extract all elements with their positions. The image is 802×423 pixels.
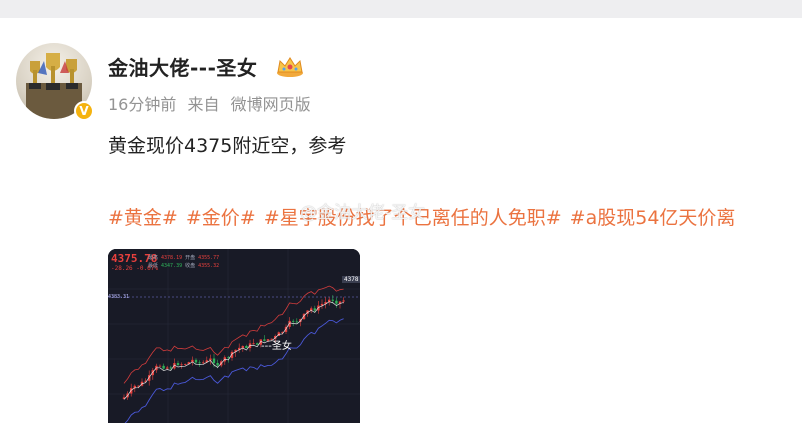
candle-body — [202, 362, 205, 364]
post-image-chart[interactable]: 4375.78 -28.26 -0.67% 最高 4378.19 开盘 4355.77… — [108, 249, 360, 423]
last-price-tag: 4378 — [342, 276, 360, 283]
candle-body — [209, 358, 212, 361]
candle-body — [342, 300, 345, 302]
candle-body — [295, 321, 298, 323]
candle-body — [166, 367, 169, 369]
candle-body — [252, 343, 255, 345]
post-source: 微博网页版 — [230, 95, 311, 114]
username-link[interactable]: 金油大佬---圣女 — [108, 52, 257, 81]
hashtag-link[interactable]: #星宇股份找了个已离任的人免职# — [264, 207, 562, 229]
candle-body — [292, 320, 295, 322]
verified-v-icon: V — [74, 101, 94, 121]
candle-body — [176, 363, 180, 366]
candle-body — [198, 362, 201, 364]
ohlc-row-2: 最低 4347.39 收盘 4355.32 — [148, 262, 222, 269]
ohlc-value: 4355.77 — [198, 255, 220, 261]
ohlc-value: 4378.19 — [161, 255, 183, 261]
hashtag-link[interactable]: #金价# — [186, 207, 256, 229]
candle-body — [216, 362, 219, 366]
hashtag-link[interactable]: #a股现54亿天价离 — [570, 207, 736, 229]
candle-body — [331, 299, 334, 301]
candle-body — [169, 367, 172, 369]
chart-overlay-text: ---圣女 — [261, 341, 292, 352]
chart-drawing — [108, 249, 360, 423]
candle-body — [212, 358, 216, 363]
ohlc-label: 最低 — [148, 263, 159, 269]
candle-body — [184, 364, 187, 366]
candle-body — [335, 300, 338, 304]
hashtag-link[interactable]: #黄金# — [108, 207, 178, 229]
candle-body — [162, 365, 165, 369]
ohlc-label: 收盘 — [185, 263, 196, 269]
post-time[interactable]: 16分钟前 — [108, 95, 176, 114]
ohlc-label: 开盘 — [185, 255, 196, 261]
ohlc-label: 最高 — [148, 255, 159, 261]
ohlc-value: 4355.32 — [198, 263, 220, 269]
candle-body — [180, 364, 183, 366]
candle-body — [158, 365, 162, 367]
source-prefix: 来自 — [187, 95, 220, 114]
candle-body — [245, 346, 248, 349]
avatar[interactable]: V — [16, 43, 94, 121]
candle-body — [194, 359, 198, 363]
post-meta: 16分钟前 来自 微博网页版 — [108, 91, 317, 115]
left-price-tag: 4383.31 — [108, 294, 130, 300]
candle-body — [256, 343, 259, 345]
candle-body — [313, 308, 316, 311]
hashtag-line: #黄金# #金价# #星宇股份找了个已离任的人免职# #a股现54亿天价离 — [108, 203, 802, 230]
crown-icon[interactable] — [275, 54, 305, 78]
top-divider-strip — [0, 0, 802, 18]
ohlc-row-1: 最高 4378.19 开盘 4355.77 — [148, 254, 222, 261]
post-text: 黄金现价4375附近空，参考 — [108, 135, 347, 157]
candle-body — [241, 346, 244, 348]
ohlc-value: 4347.39 — [161, 263, 183, 269]
